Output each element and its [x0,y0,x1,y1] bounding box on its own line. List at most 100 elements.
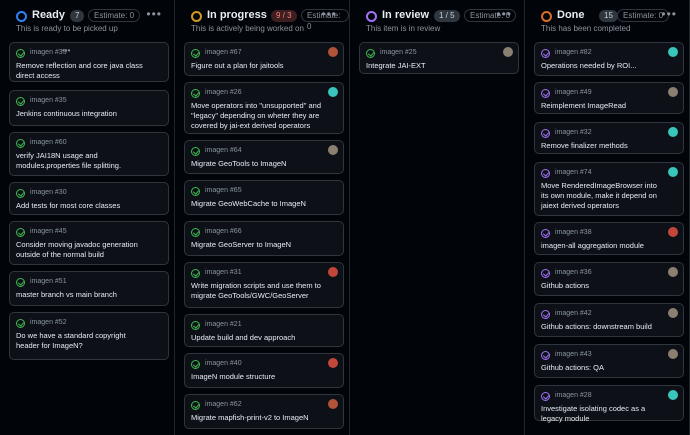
column-menu-icon[interactable]: ••• [496,7,512,21]
issue-title[interactable]: Move RenderedImageBrowser into its own m… [541,181,665,211]
issue-card[interactable]: imagen #43 Github actions: QA [534,344,684,378]
issue-number: imagen #30 [30,189,67,196]
assignee-avatar[interactable] [503,47,513,57]
issue-title[interactable]: Jenkins continuous integration [16,109,150,119]
assignee-avatar[interactable] [328,267,338,277]
issue-card[interactable]: imagen #40 ImageN module structure [184,353,344,388]
column-header: In review 1 / 5 Estimate: 0 ••• This item is… [354,0,524,40]
issue-card[interactable]: imagen #66 Migrate GeoServer to ImageN [184,221,344,256]
estimate-badge: Estimate: 0 [88,9,141,22]
issue-card[interactable]: imagen #42 Github actions: downstream bui… [534,303,684,337]
issue-card[interactable]: imagen #30 Add tests for most core classe… [9,182,169,215]
issue-title[interactable]: ImageN module structure [191,372,325,382]
assignee-avatar[interactable] [668,227,678,237]
issue-card[interactable]: imagen #25 Integrate JAI-EXT [359,42,519,74]
issue-number: imagen #64 [205,147,242,154]
issue-title[interactable]: Remove finalizer methods [541,141,665,151]
issue-card[interactable]: imagen #60 verify JAI18N usage and module… [9,132,169,176]
issue-title[interactable]: Github actions [541,281,665,291]
issue-card[interactable]: imagen #64 Migrate GeoTools to ImageN [184,140,344,174]
issue-number: imagen #40 [205,360,242,367]
issue-title[interactable]: Migrate GeoWebCache to ImageN [191,199,325,209]
issue-title[interactable]: Move operators into "unsupported" and "l… [191,101,325,131]
issue-card[interactable]: imagen #21 Update build and dev approach [184,314,344,347]
issue-title[interactable]: Remove reflection and core java class di… [16,61,150,81]
column-menu-icon[interactable]: ••• [321,7,337,21]
issue-card[interactable]: imagen #52 Do we have a standard copyrigh… [9,312,169,360]
issue-title[interactable]: Migrate GeoTools to ImageN [191,159,325,169]
assignee-avatar[interactable] [328,399,338,409]
issue-title[interactable]: Integrate JAI-EXT [366,61,500,71]
issue-title[interactable]: Operations needed by ROI... [541,61,665,71]
issue-card[interactable]: imagen #31 Write migration scripts and us… [184,262,344,308]
issue-number: imagen #51 [30,278,67,285]
issue-card[interactable]: imagen #51 master branch vs main branch [9,271,169,306]
status-circle-icon [366,11,377,22]
column-title: In progress [207,9,267,21]
closed-issue-icon [541,310,550,319]
issue-card[interactable]: imagen #26 Move operators into "unsupport… [184,82,344,134]
column-description: This item is in review [366,24,441,33]
issue-card[interactable]: imagen #38 imagen-all aggregation module [534,222,684,255]
column-menu-icon[interactable]: ••• [661,7,677,21]
assignee-avatar[interactable] [668,267,678,277]
issue-number: imagen #65 [205,187,242,194]
open-issue-icon [16,278,25,287]
assignee-avatar[interactable] [668,127,678,137]
issue-title[interactable]: imagen-all aggregation module [541,241,665,251]
column-header: Done 15 Estimate: 0 ••• This has been comple… [529,0,689,40]
issue-card[interactable]: imagen #28 Investigate isolating codec as… [534,385,684,424]
issue-title[interactable]: Github actions: downstream build [541,322,665,332]
open-issue-icon [191,321,200,330]
issue-card[interactable]: imagen #36 Github actions [534,262,684,296]
issue-number: imagen #31 [205,269,242,276]
assignee-avatar[interactable] [668,47,678,57]
open-issue-icon [191,401,200,410]
assignee-avatar[interactable] [328,47,338,57]
assignee-avatar[interactable] [668,87,678,97]
open-issue-icon [16,49,25,58]
issue-title[interactable]: Migrate GeoServer to ImageN [191,240,325,250]
issue-title[interactable]: Reimplement ImageRead [541,101,665,111]
issue-title[interactable]: Github actions: QA [541,363,665,373]
issue-title[interactable]: Migrate mapfish-print-v2 to ImageN [191,413,325,423]
assignee-avatar[interactable] [668,349,678,359]
issue-card[interactable]: imagen #74 Move RenderedImageBrowser into… [534,162,684,216]
issue-title[interactable]: verify JAI18N usage and modules.properti… [16,151,150,171]
column-description: This is ready to be picked up [16,24,118,33]
issue-title[interactable]: Add tests for most core classes [16,201,150,211]
issue-number: imagen #43 [555,351,592,358]
issue-card[interactable]: imagen #32 Remove finalizer methods [534,122,684,154]
closed-issue-icon [541,169,550,178]
assignee-avatar[interactable] [668,390,678,400]
issue-card[interactable]: imagen #65 Migrate GeoWebCache to ImageN [184,180,344,215]
issue-number: imagen #82 [555,49,592,56]
open-issue-icon [16,189,25,198]
column-menu-icon[interactable]: ••• [146,7,162,21]
open-issue-icon [191,147,200,156]
issue-card[interactable]: imagen #49 Reimplement ImageRead [534,82,684,114]
issue-title[interactable]: Update build and dev approach [191,333,325,343]
issue-card[interactable]: imagen #35 Jenkins continuous integration [9,90,169,126]
issue-title[interactable]: Figure out a plan for jaitools [191,61,325,71]
issue-title[interactable]: Write migration scripts and use them to … [191,281,325,301]
assignee-avatar[interactable] [668,308,678,318]
issue-card[interactable]: imagen #45 Consider moving javadoc genera… [9,221,169,265]
issue-number: imagen #28 [555,392,592,399]
issue-card[interactable]: imagen #33 ••• Remove reflection and core … [9,42,169,82]
issue-card[interactable]: imagen #82 Operations needed by ROI... [534,42,684,76]
assignee-avatar[interactable] [328,358,338,368]
open-issue-icon [191,49,200,58]
column-header: In progress 9 / 3 Estimate: 0 ••• This is ac… [179,0,349,40]
issue-title[interactable]: Investigate isolating codec as a legacy … [541,404,665,424]
assignee-avatar[interactable] [328,87,338,97]
issue-title[interactable]: Consider moving javadoc generation outsi… [16,240,150,260]
assignee-avatar[interactable] [328,145,338,155]
issue-card[interactable]: imagen #67 Figure out a plan for jaitools [184,42,344,76]
issue-card[interactable]: imagen #62 Migrate mapfish-print-v2 to Im… [184,394,344,429]
card-menu-icon[interactable]: ••• [62,46,70,55]
issue-title[interactable]: Do we have a standard copyright header f… [16,331,150,351]
open-issue-icon [191,89,200,98]
issue-title[interactable]: master branch vs main branch [16,290,150,300]
assignee-avatar[interactable] [668,167,678,177]
